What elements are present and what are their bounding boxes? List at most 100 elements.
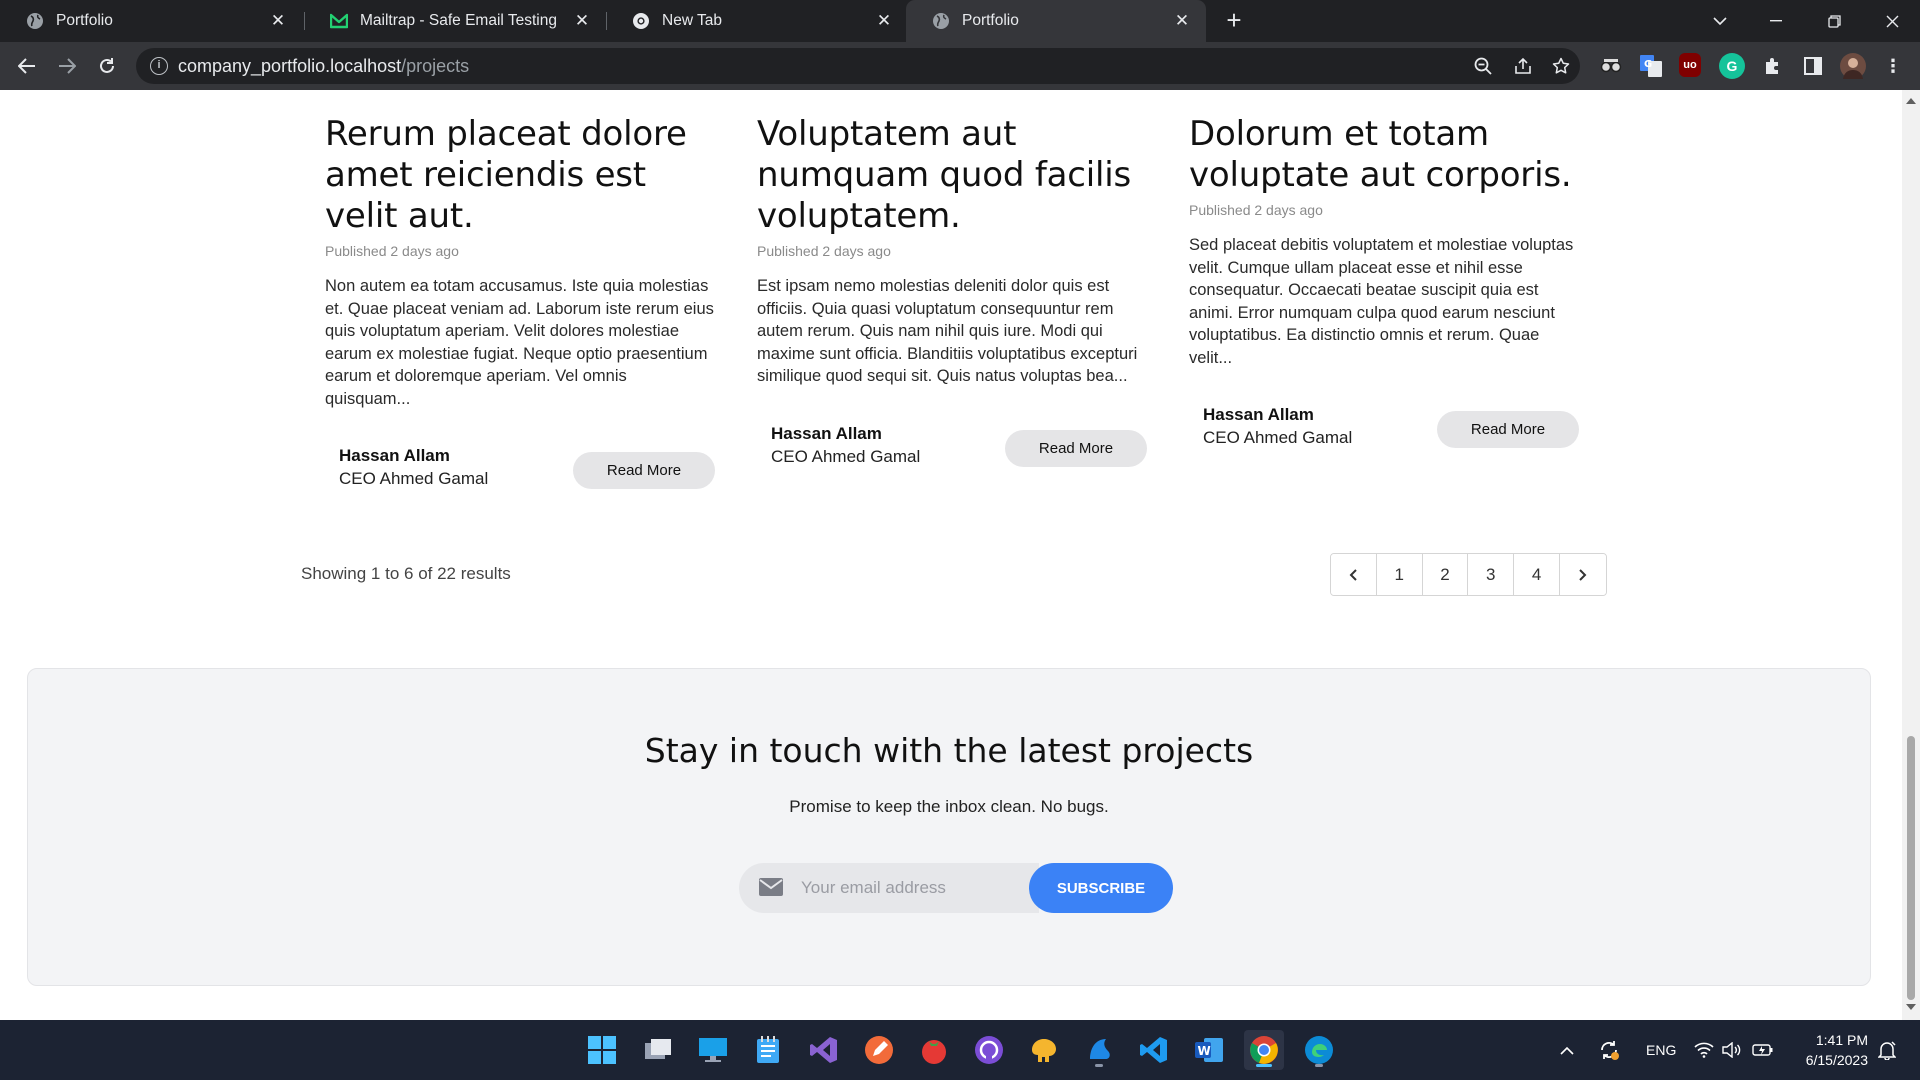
tab-search-chevron-icon[interactable] <box>1692 0 1748 42</box>
newsletter-section: Stay in touch with the latest projects P… <box>27 668 1871 986</box>
close-tab-icon[interactable]: ✕ <box>1172 11 1192 31</box>
author-name: Hassan Allam <box>339 446 450 465</box>
running-indicator <box>1315 1064 1323 1067</box>
mysql-dolphin-icon[interactable] <box>1079 1030 1119 1070</box>
newsletter-heading: Stay in touch with the latest projects <box>644 731 1254 770</box>
sync-icon[interactable] <box>1598 1020 1620 1080</box>
battery-charging-icon[interactable] <box>1752 1020 1774 1080</box>
tab-portfolio-active[interactable]: Portfolio ✕ <box>906 0 1206 42</box>
author-block: Hassan Allam CEO Ahmed Gamal <box>339 446 488 489</box>
site-info-icon[interactable]: i <box>150 57 168 75</box>
system-clock[interactable]: 1:41 PM 6/15/2023 <box>1788 1030 1868 1070</box>
notifications-bell-icon[interactable] <box>1878 1020 1896 1080</box>
clock-date: 6/15/2023 <box>1805 1052 1868 1068</box>
read-more-button[interactable]: Read More <box>573 452 715 489</box>
tab-mailtrap[interactable]: Mailtrap - Safe Email Testing ✕ <box>304 0 606 42</box>
chrome-taskbar-icon[interactable] <box>1244 1030 1284 1070</box>
email-input[interactable] <box>801 873 1021 903</box>
tab-portfolio-1[interactable]: Portfolio ✕ <box>0 0 302 42</box>
language-indicator[interactable]: ENG <box>1646 1020 1676 1080</box>
restore-icon[interactable] <box>1806 0 1862 42</box>
page-link-2[interactable]: 2 <box>1422 554 1469 595</box>
close-tab-icon[interactable]: ✕ <box>572 11 592 31</box>
scrollbar-thumb[interactable] <box>1907 736 1915 1000</box>
page-link-4[interactable]: 4 <box>1514 554 1560 595</box>
desktop-monitor-icon[interactable] <box>693 1030 733 1070</box>
share-icon[interactable] <box>1512 55 1534 77</box>
tomato-timer-icon[interactable] <box>914 1030 954 1070</box>
newsletter-subheading: Promise to keep the inbox clean. No bugs… <box>789 797 1109 816</box>
author-name: Hassan Allam <box>771 423 882 443</box>
project-card: Dolorum et totam voluptate aut corporis.… <box>1189 114 1579 453</box>
published-date: Published 2 days ago <box>1189 202 1323 218</box>
email-field-wrapper <box>739 863 1039 913</box>
browser-toolbar: i company_portfolio.localhost/projects G… <box>0 42 1920 90</box>
url-text: company_portfolio.localhost/projects <box>178 56 469 77</box>
word-icon[interactable]: W <box>1189 1030 1229 1070</box>
grammarly-extension-icon[interactable]: G <box>1719 53 1745 79</box>
new-tab-plus-icon[interactable]: + <box>1222 7 1246 33</box>
chrome-icon <box>632 12 650 30</box>
card-footer: Hassan Allam CEO Ahmed Gamal Read More <box>325 446 715 494</box>
running-indicator <box>1095 1064 1103 1067</box>
page-scrollbar[interactable] <box>1902 90 1920 1020</box>
volume-icon[interactable] <box>1722 1020 1742 1080</box>
next-page-chevron-icon[interactable] <box>1559 554 1606 595</box>
project-title[interactable]: Rerum placeat dolore amet reiciendis est… <box>325 114 715 237</box>
edge-icon[interactable] <box>1299 1030 1339 1070</box>
tab-title: Mailtrap - Safe Email Testing <box>360 12 557 29</box>
minimize-icon[interactable] <box>1748 0 1804 42</box>
ublock-extension-icon[interactable]: uo <box>1679 53 1701 77</box>
scroll-down-arrow-icon[interactable] <box>1906 1004 1916 1010</box>
close-tab-icon[interactable]: ✕ <box>268 11 288 31</box>
close-tab-icon[interactable]: ✕ <box>874 11 894 31</box>
published-date: Published 2 days ago <box>757 243 891 259</box>
url-host: company_portfolio.localhost <box>178 56 402 76</box>
scroll-up-arrow-icon[interactable] <box>1906 98 1916 104</box>
url-path: /projects <box>401 56 470 76</box>
page-link-1[interactable]: 1 <box>1376 554 1423 595</box>
translate-extension-icon[interactable]: G <box>1638 53 1664 79</box>
read-more-button[interactable]: Read More <box>1437 411 1579 448</box>
page-link-3[interactable]: 3 <box>1468 554 1515 595</box>
spy-extension-icon[interactable] <box>1598 53 1624 79</box>
show-hidden-icons-chevron[interactable] <box>1560 1020 1574 1080</box>
profile-avatar[interactable] <box>1840 53 1866 79</box>
author-role: CEO Ahmed Gamal <box>1203 428 1353 447</box>
tab-title: Portfolio <box>962 12 1019 29</box>
tab-new-tab[interactable]: New Tab ✕ <box>606 0 908 42</box>
notepad-icon[interactable] <box>748 1030 788 1070</box>
forward-arrow-icon[interactable] <box>53 52 81 80</box>
extensions-puzzle-icon[interactable] <box>1760 53 1786 79</box>
postgres-elephant-icon[interactable] <box>1024 1030 1064 1070</box>
mailtrap-icon <box>330 12 348 30</box>
back-arrow-icon[interactable] <box>13 52 41 80</box>
task-view-icon[interactable] <box>638 1030 678 1070</box>
windows-start-icon[interactable] <box>582 1030 622 1070</box>
reload-icon[interactable] <box>93 52 121 80</box>
close-window-icon[interactable] <box>1864 0 1920 42</box>
author-name: Hassan Allam <box>1203 405 1314 424</box>
github-desktop-icon[interactable] <box>969 1030 1009 1070</box>
project-title[interactable]: Voluptatem aut numquam quod facilis volu… <box>757 114 1147 237</box>
chrome-menu-kebab-icon[interactable]: ⋮ <box>1880 53 1906 79</box>
wifi-icon[interactable] <box>1694 1020 1714 1080</box>
pagination: 1 2 3 4 <box>1330 553 1607 596</box>
previous-page-chevron-icon[interactable] <box>1331 554 1377 595</box>
bookmark-star-icon[interactable] <box>1550 55 1572 77</box>
read-more-button[interactable]: Read More <box>1005 429 1147 467</box>
project-title[interactable]: Dolorum et totam voluptate aut corporis. <box>1189 114 1579 196</box>
zoom-icon[interactable] <box>1472 55 1494 77</box>
subscribe-button[interactable]: SUBSCRIBE <box>1029 863 1173 913</box>
pencil-app-icon[interactable] <box>859 1030 899 1070</box>
visual-studio-icon[interactable] <box>804 1030 844 1070</box>
address-bar[interactable]: i company_portfolio.localhost/projects <box>136 48 1580 84</box>
vscode-icon[interactable] <box>1134 1030 1174 1070</box>
project-excerpt: Est ipsam nemo molestias deleniti dolor … <box>757 277 1138 385</box>
project-card: Rerum placeat dolore amet reiciendis est… <box>325 114 715 494</box>
project-card: Voluptatem aut numquam quod facilis volu… <box>757 114 1147 472</box>
tab-title: New Tab <box>662 12 723 29</box>
card-footer: Hassan Allam CEO Ahmed Gamal Read More <box>757 424 1147 472</box>
published-date: Published 2 days ago <box>325 243 459 259</box>
side-panel-icon[interactable] <box>1800 53 1826 79</box>
